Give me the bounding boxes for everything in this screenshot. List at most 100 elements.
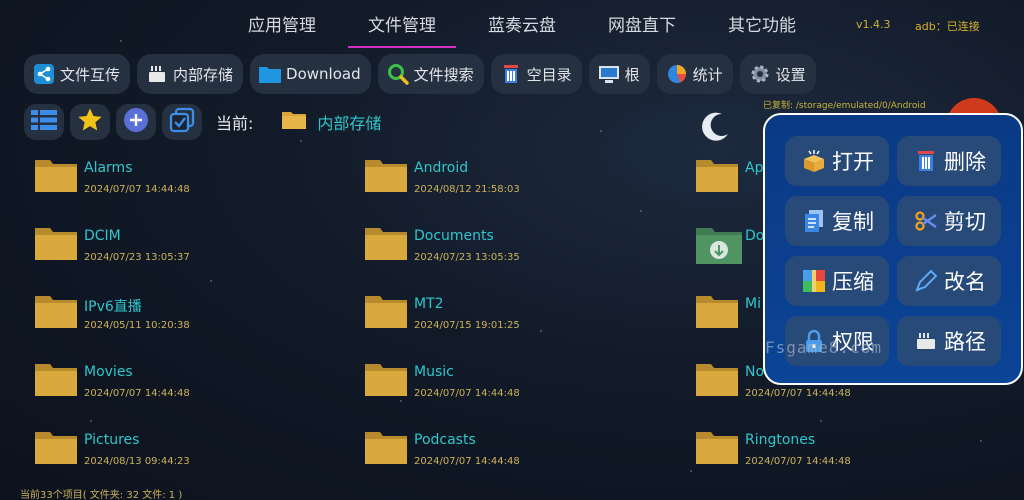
file-item[interactable]: MT2 2024/07/15 19:01:25 bbox=[360, 286, 660, 346]
open-button[interactable]: 打开 bbox=[785, 136, 889, 186]
trash-icon bbox=[499, 62, 523, 86]
folder-icon bbox=[34, 362, 78, 402]
folder-icon bbox=[695, 294, 739, 334]
list-view-button[interactable] bbox=[24, 104, 64, 140]
file-item[interactable]: Pictures 2024/08/13 09:44:23 bbox=[30, 422, 330, 482]
status-bar: 当前33个项目( 文件夹: 32 文件: 1 ) bbox=[20, 490, 183, 500]
adb-status: adb：已连接 bbox=[915, 20, 980, 33]
folder-icon bbox=[34, 158, 78, 198]
file-name: Ringtones bbox=[745, 432, 816, 448]
download-button[interactable]: Download bbox=[250, 54, 371, 94]
statistics-button[interactable]: 统计 bbox=[656, 54, 733, 94]
file-name: IPv6直播 bbox=[84, 299, 142, 315]
delete-icon bbox=[912, 147, 940, 175]
file-item[interactable]: Movies 2024/07/07 14:44:48 bbox=[30, 354, 330, 414]
tab-file-manager[interactable]: 文件管理 bbox=[342, 12, 462, 48]
share-icon bbox=[32, 62, 56, 86]
file-date: 2024/08/12 21:58:03 bbox=[414, 184, 520, 195]
cut-button[interactable]: 剪切 bbox=[897, 196, 1001, 246]
sd-card-icon bbox=[145, 62, 169, 86]
tab-lanzou-cloud[interactable]: 蓝奏云盘 bbox=[462, 12, 582, 48]
file-date: 2024/07/07 14:44:48 bbox=[414, 388, 520, 399]
toolbar: 文件互传 内部存储 Download 文件搜索 空目录 根 统计 设置 bbox=[24, 54, 816, 94]
folder-icon bbox=[695, 158, 739, 198]
file-item[interactable]: Android 2024/08/12 21:58:03 bbox=[360, 150, 660, 210]
file-date: 2024/07/15 19:01:25 bbox=[414, 320, 520, 331]
file-date: 2024/08/13 09:44:23 bbox=[84, 456, 190, 467]
internal-storage-button[interactable]: 内部存储 bbox=[137, 54, 244, 94]
file-name: DCIM bbox=[84, 228, 121, 244]
version-label: v1.4.3 bbox=[856, 18, 891, 31]
add-button[interactable] bbox=[116, 104, 156, 140]
file-name: Pictures bbox=[84, 432, 140, 448]
cloud-folder-icon bbox=[695, 226, 743, 270]
file-item[interactable]: Ringtones 2024/07/07 14:44:48 bbox=[691, 422, 991, 482]
list-icon bbox=[30, 108, 58, 136]
copy-icon bbox=[800, 207, 828, 235]
folder-icon bbox=[34, 226, 78, 266]
search-icon bbox=[386, 62, 410, 86]
file-item[interactable]: Music 2024/07/07 14:44:48 bbox=[360, 354, 660, 414]
file-name: Alarms bbox=[84, 160, 133, 176]
file-item[interactable]: DCIM 2024/07/23 13:05:37 bbox=[30, 218, 330, 278]
folder-icon bbox=[258, 62, 282, 86]
watermark: Fsgame8.com bbox=[765, 338, 882, 357]
path-button[interactable]: 路径 bbox=[897, 316, 1001, 366]
popup-label: 压缩 bbox=[832, 270, 874, 294]
file-date: 2024/07/07 14:44:48 bbox=[84, 388, 190, 399]
file-name: Ap bbox=[745, 160, 764, 176]
file-date: 2024/07/07 14:44:48 bbox=[745, 456, 851, 467]
file-name: Android bbox=[414, 160, 469, 176]
file-transfer-button[interactable]: 文件互传 bbox=[24, 54, 131, 94]
delete-button[interactable]: 删除 bbox=[897, 136, 1001, 186]
file-date: 2024/07/07 14:44:48 bbox=[745, 388, 851, 399]
current-path[interactable]: 内部存储 bbox=[281, 109, 381, 135]
root-button[interactable]: 根 bbox=[588, 54, 650, 94]
folder-icon bbox=[364, 362, 408, 402]
file-item[interactable]: Documents 2024/07/23 13:05:35 bbox=[360, 218, 660, 278]
moon-icon bbox=[698, 110, 732, 148]
archive-icon bbox=[800, 267, 828, 295]
toolbar-label: Download bbox=[286, 65, 361, 83]
toolbar-label: 空目录 bbox=[526, 65, 572, 84]
folder-icon bbox=[364, 158, 408, 198]
empty-dir-button[interactable]: 空目录 bbox=[490, 54, 582, 94]
tab-app-manager[interactable]: 应用管理 bbox=[222, 12, 342, 48]
favorite-button[interactable] bbox=[70, 104, 110, 140]
copy-button[interactable]: 复制 bbox=[785, 196, 889, 246]
file-name: Mi bbox=[745, 296, 761, 312]
compress-button[interactable]: 压缩 bbox=[785, 256, 889, 306]
file-item[interactable]: Alarms 2024/07/07 14:44:48 bbox=[30, 150, 330, 210]
popup-label: 剪切 bbox=[944, 210, 986, 234]
file-name: Podcasts bbox=[414, 432, 476, 448]
rename-button[interactable]: 改名 bbox=[897, 256, 1001, 306]
file-name: Documents bbox=[414, 228, 494, 244]
multi-select-icon bbox=[168, 106, 196, 138]
file-search-button[interactable]: 文件搜索 bbox=[377, 54, 484, 94]
file-name: MT2 bbox=[414, 296, 444, 312]
file-date: 2024/05/11 10:20:38 bbox=[84, 320, 190, 331]
toolbar-label: 文件互传 bbox=[60, 65, 121, 84]
popup-label: 改名 bbox=[944, 270, 986, 294]
file-item[interactable]: IPv6直播 2024/05/11 10:20:38 bbox=[30, 286, 330, 346]
gear-icon bbox=[748, 62, 772, 86]
popup-label: 删除 bbox=[944, 150, 986, 174]
pie-chart-icon bbox=[665, 62, 689, 86]
file-name: Do bbox=[745, 228, 765, 244]
toolbar-label: 文件搜索 bbox=[413, 65, 474, 84]
tab-other-functions[interactable]: 其它功能 bbox=[702, 12, 822, 48]
file-date: 2024/07/23 13:05:35 bbox=[414, 252, 520, 263]
view-controls: 当前: 内部存储 bbox=[24, 104, 381, 140]
current-label: 当前: bbox=[216, 114, 254, 133]
settings-button[interactable]: 设置 bbox=[739, 54, 816, 94]
file-date: 2024/07/23 13:05:37 bbox=[84, 252, 190, 263]
tab-netdisk-direct[interactable]: 网盘直下 bbox=[582, 12, 702, 48]
toolbar-label: 根 bbox=[624, 65, 640, 84]
multi-select-button[interactable] bbox=[162, 104, 202, 140]
toolbar-label: 统计 bbox=[692, 65, 723, 84]
file-name: No bbox=[745, 364, 765, 380]
file-item[interactable]: Podcasts 2024/07/07 14:44:48 bbox=[360, 422, 660, 482]
popup-label: 复制 bbox=[832, 210, 874, 234]
star-icon bbox=[76, 106, 104, 138]
copied-path-notice: 已复制: /storage/emulated/0/Android bbox=[763, 101, 926, 111]
